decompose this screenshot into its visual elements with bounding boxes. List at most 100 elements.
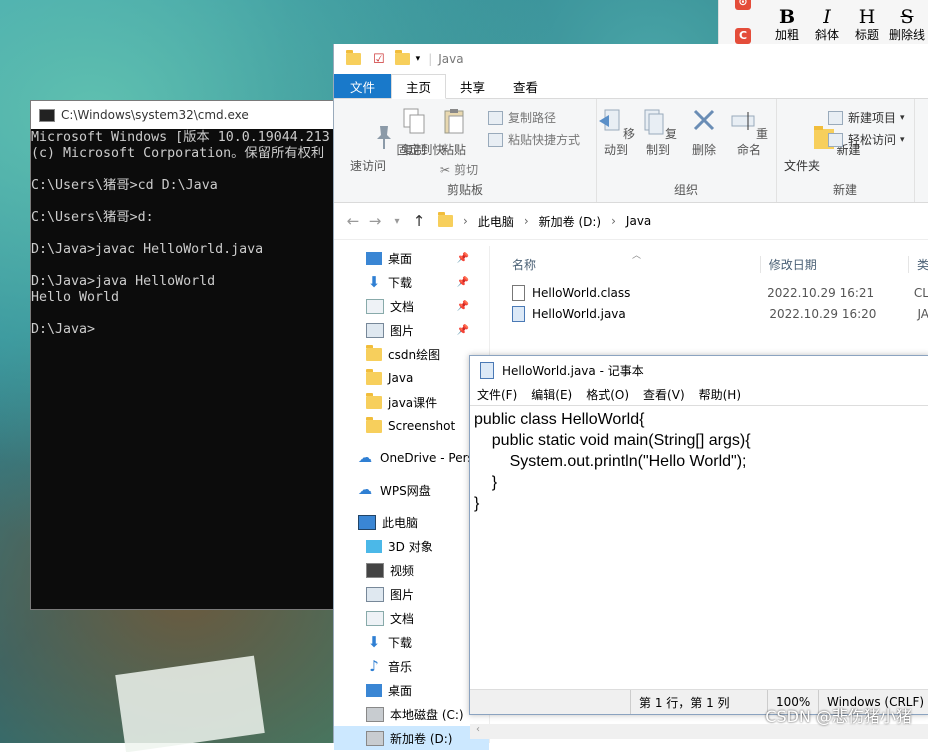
sidebar-item-java[interactable]: Java: [334, 366, 489, 390]
sidebar-item-downloads-pc[interactable]: ⬇ 下载: [334, 630, 489, 654]
column-date[interactable]: 修改日期: [759, 255, 908, 273]
cut-button[interactable]: ✂ 剪切: [440, 161, 478, 178]
clipboard-group: 固定到快 速访问 复制 粘贴 复制路径 粘贴快捷方式 ✂ 剪切 剪贴板: [334, 99, 597, 202]
sort-up-icon: ︿: [632, 251, 642, 261]
sidebar-item-videos[interactable]: 视频: [334, 558, 489, 582]
breadcrumb[interactable]: › 此电脑 › 新加卷 (D:) › Java: [438, 212, 661, 230]
recent-dropdown-icon[interactable]: ▾: [386, 216, 408, 227]
notepad-titlebar[interactable]: HelloWorld.java - 记事本: [470, 356, 928, 384]
sidebar-item-desktop-pc[interactable]: 桌面: [334, 678, 489, 702]
paste-button[interactable]: 粘贴: [436, 107, 472, 158]
tab-view[interactable]: 查看: [499, 74, 552, 98]
sidebar-item-documents[interactable]: 文档 📌: [334, 294, 489, 318]
copy-to-button[interactable]: 复制到: [638, 107, 678, 158]
menu-file[interactable]: 文件(F): [477, 386, 517, 403]
breadcrumb-item[interactable]: 此电脑: [478, 213, 514, 230]
menu-help[interactable]: 帮助(H): [699, 386, 741, 403]
forward-icon[interactable]: →: [364, 212, 386, 230]
video-icon: [366, 562, 384, 578]
pictures-icon: [366, 586, 384, 602]
new-folder-quick-icon[interactable]: [394, 50, 410, 65]
back-icon[interactable]: ←: [342, 212, 364, 230]
notepad-editor[interactable]: public class HelloWorld{ public static v…: [470, 405, 928, 739]
column-type[interactable]: 类: [907, 255, 928, 273]
copy-icon: [403, 108, 425, 134]
title-divider: |: [428, 52, 433, 66]
easy-access-button[interactable]: 轻松访问 ▾: [828, 131, 905, 148]
move-to-icon: [598, 109, 620, 131]
download-icon: ⬇: [367, 272, 381, 291]
sidebar-item-screenshot[interactable]: Screenshot: [334, 414, 489, 438]
sidebar-item-desktop[interactable]: 桌面 📌: [334, 246, 489, 270]
sidebar-item-this-pc[interactable]: 此电脑: [334, 510, 489, 534]
explorer-titlebar[interactable]: ☑ ▾ | Java: [334, 44, 928, 74]
copy-path-button[interactable]: 复制路径: [488, 109, 556, 126]
properties-icon[interactable]: ☑: [373, 52, 385, 67]
new-folder-button[interactable]: 新建 文件夹: [780, 107, 861, 190]
sidebar-item-onedrive[interactable]: ☁ OneDrive - Pers: [334, 446, 489, 470]
sidebar-item-java-courseware[interactable]: java课件: [334, 390, 489, 414]
sidebar-item-downloads[interactable]: ⬇ 下载 📌: [334, 270, 489, 294]
file-row[interactable]: HelloWorld.class 2022.10.29 16:21 CL: [494, 282, 928, 303]
cube-icon: [366, 539, 382, 553]
paste-shortcut-button[interactable]: 粘贴快捷方式: [488, 131, 580, 148]
easy-access-dropdown-icon: ▾: [900, 134, 905, 145]
organize-group-label: 组织: [673, 183, 698, 197]
italic-button[interactable]: I 斜体: [809, 6, 845, 42]
notepad-icon: [480, 361, 494, 379]
cmd-title: C:\Windows\system32\cmd.exe: [61, 108, 249, 122]
ribbon: 固定到快 速访问 复制 粘贴 复制路径 粘贴快捷方式 ✂ 剪切 剪贴板 移动到 复…: [334, 99, 928, 203]
cursor-position: 第 1 行，第 1 列: [630, 690, 767, 714]
move-to-button[interactable]: 移动到: [596, 107, 636, 158]
heading-button[interactable]: H 标题: [849, 6, 885, 42]
menu-view[interactable]: 查看(V): [643, 386, 685, 403]
download-icon: ⬇: [367, 632, 381, 651]
new-group-label: 新建: [832, 183, 857, 197]
sidebar-item-wps-drive[interactable]: ☁ WPS网盘: [334, 478, 489, 502]
strikethrough-button[interactable]: S 删除线: [889, 6, 925, 42]
pin-quick-access-button[interactable]: 固定到快 速访问: [340, 107, 445, 190]
tab-file[interactable]: 文件: [334, 74, 392, 98]
breadcrumb-item[interactable]: Java: [626, 214, 651, 228]
cmd-output[interactable]: Microsoft Windows [版本 10.0.19044.213 (c)…: [31, 129, 341, 338]
tab-home[interactable]: 主页: [391, 74, 447, 99]
copy-button[interactable]: 复制: [396, 107, 432, 158]
copy-to-icon: [644, 109, 664, 135]
up-icon[interactable]: ↑: [408, 212, 430, 230]
quick-access-dropdown-icon[interactable]: ▾: [416, 54, 421, 64]
column-name[interactable]: 名称: [494, 256, 760, 273]
watermark: CSDN @悲伤猪小猪: [765, 707, 912, 726]
menu-format[interactable]: 格式(O): [586, 386, 629, 403]
notepad-window[interactable]: HelloWorld.java - 记事本 文件(F) 编辑(E) 格式(O) …: [469, 355, 928, 739]
delete-button[interactable]: 删除: [686, 107, 722, 158]
editor-text[interactable]: public class HelloWorld{ public static v…: [470, 406, 928, 514]
computer-icon: [358, 514, 376, 530]
sidebar-item-documents-pc[interactable]: 文档: [334, 606, 489, 630]
navigation-pane: 桌面 📌 ⬇ 下载 📌 文档 📌 图片 📌 csdn绘图 Java java课件 Scre…: [334, 246, 490, 750]
cloud-icon: ☁: [358, 481, 372, 498]
bold-button[interactable]: B 加粗: [769, 6, 805, 42]
pin-icon: 📌: [456, 300, 469, 312]
breadcrumb-item[interactable]: 新加卷 (D:): [539, 213, 601, 230]
sidebar-item-music[interactable]: ♪ 音乐: [334, 654, 489, 678]
sidebar-item-drive-c[interactable]: 本地磁盘 (C:): [334, 702, 489, 726]
file-row[interactable]: HelloWorld.java 2022.10.29 16:20 JA: [494, 303, 928, 324]
new-item-button[interactable]: 新建项目 ▾: [828, 109, 905, 126]
sidebar-item-pictures[interactable]: 图片 📌: [334, 318, 489, 342]
easy-access-icon: [828, 132, 843, 147]
organize-group: 移动到 复制到 删除 重命名 组织: [596, 99, 777, 202]
tab-share[interactable]: 共享: [446, 74, 499, 98]
cmd-window[interactable]: C:\Windows\system32\cmd.exe Microsoft Wi…: [30, 100, 342, 610]
sidebar-item-pictures-pc[interactable]: 图片: [334, 582, 489, 606]
drive-icon: [366, 730, 384, 746]
cloud-icon: ☁: [358, 449, 372, 466]
menu-edit[interactable]: 编辑(E): [531, 386, 572, 403]
sidebar-item-csdn[interactable]: csdn绘图: [334, 342, 489, 366]
cmd-titlebar[interactable]: C:\Windows\system32\cmd.exe: [31, 101, 341, 129]
java-file-icon: [512, 305, 525, 322]
explorer-title: Java: [438, 52, 464, 66]
sidebar-item-3d-objects[interactable]: 3D 对象: [334, 534, 489, 558]
breadcrumb-chevron-icon: ›: [463, 214, 468, 228]
rename-button[interactable]: 重命名: [726, 107, 772, 158]
sidebar-item-drive-d[interactable]: 新加卷 (D:): [334, 726, 489, 750]
